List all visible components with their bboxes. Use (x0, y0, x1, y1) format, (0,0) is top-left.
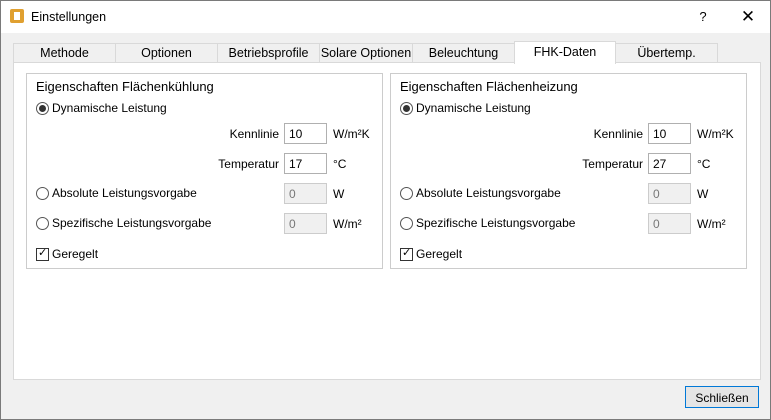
cooling-geregelt-checkbox[interactable]: ✓ (36, 247, 49, 261)
cooling-kennlinie-input[interactable]: 10 (284, 123, 327, 144)
tab-fhk-daten[interactable]: FHK-Daten (514, 41, 616, 64)
heating-temperatur-unit: °C (697, 157, 711, 171)
checkmark-icon: ✓ (38, 247, 48, 259)
settings-dialog: Einstellungen ? ✕ Methode Optionen Betri… (0, 0, 771, 420)
cooling-specific-unit: W/m² (333, 217, 362, 231)
heating-absolute-unit: W (697, 187, 709, 201)
heating-geregelt-checkbox[interactable]: ✓ (400, 247, 413, 261)
cooling-dynamic-radio[interactable] (36, 102, 49, 115)
cooling-dynamic-label: Dynamische Leistung (52, 101, 167, 115)
heating-group-title: Eigenschaften Flächenheizung (400, 79, 578, 94)
tab-solare-optionen[interactable]: Solare Optionen (319, 43, 413, 63)
heating-temperatur-input[interactable]: 27 (648, 153, 691, 174)
tab-beleuchtung[interactable]: Beleuchtung (412, 43, 515, 63)
heating-geregelt-label: Geregelt (416, 247, 463, 261)
cooling-absolute-unit: W (333, 187, 345, 201)
cooling-temperatur-label: Temperatur (218, 157, 279, 171)
checkmark-icon: ✓ (402, 247, 412, 259)
tab-panel: Eigenschaften Flächenkühlung Dynamische … (13, 62, 761, 380)
cooling-temperatur-unit: °C (333, 157, 347, 171)
cooling-specific-radio[interactable] (36, 217, 49, 230)
tab-betriebsprofile[interactable]: Betriebsprofile (217, 43, 320, 63)
tab-optionen[interactable]: Optionen (115, 43, 218, 63)
heating-kennlinie-input[interactable]: 10 (648, 123, 691, 144)
heating-dynamic-label: Dynamische Leistung (416, 101, 531, 115)
close-button[interactable]: Schließen (685, 386, 759, 408)
window-title: Einstellungen (31, 10, 107, 24)
heating-dynamic-radio[interactable] (400, 102, 413, 115)
cooling-kennlinie-label: Kennlinie (229, 127, 279, 141)
help-button[interactable]: ? (693, 7, 713, 27)
cooling-absolute-label: Absolute Leistungsvorgabe (52, 186, 197, 200)
cooling-absolute-input: 0 (284, 183, 327, 204)
heating-absolute-input: 0 (648, 183, 691, 204)
heating-group: Eigenschaften Flächenheizung Dynamische … (390, 73, 747, 269)
heating-absolute-label: Absolute Leistungsvorgabe (416, 186, 561, 200)
cooling-temperatur-input[interactable]: 17 (284, 153, 327, 174)
heating-temperatur-label: Temperatur (582, 157, 643, 171)
tab-methode[interactable]: Methode (13, 43, 116, 63)
cooling-specific-input: 0 (284, 213, 327, 234)
heating-specific-input: 0 (648, 213, 691, 234)
title-bar: Einstellungen ? ✕ (1, 1, 770, 33)
heating-specific-unit: W/m² (697, 217, 726, 231)
cooling-geregelt-label: Geregelt (52, 247, 99, 261)
app-icon (10, 9, 24, 23)
close-icon[interactable]: ✕ (735, 5, 761, 29)
cooling-absolute-radio[interactable] (36, 187, 49, 200)
heating-absolute-radio[interactable] (400, 187, 413, 200)
cooling-group: Eigenschaften Flächenkühlung Dynamische … (26, 73, 383, 269)
heating-kennlinie-label: Kennlinie (593, 127, 643, 141)
tab-uebertemp[interactable]: Übertemp. (615, 43, 718, 63)
cooling-group-title: Eigenschaften Flächenkühlung (36, 79, 214, 94)
heating-specific-label: Spezifische Leistungsvorgabe (416, 216, 576, 230)
cooling-specific-label: Spezifische Leistungsvorgabe (52, 216, 212, 230)
cooling-kennlinie-unit: W/m²K (333, 127, 370, 141)
heating-specific-radio[interactable] (400, 217, 413, 230)
heating-kennlinie-unit: W/m²K (697, 127, 734, 141)
